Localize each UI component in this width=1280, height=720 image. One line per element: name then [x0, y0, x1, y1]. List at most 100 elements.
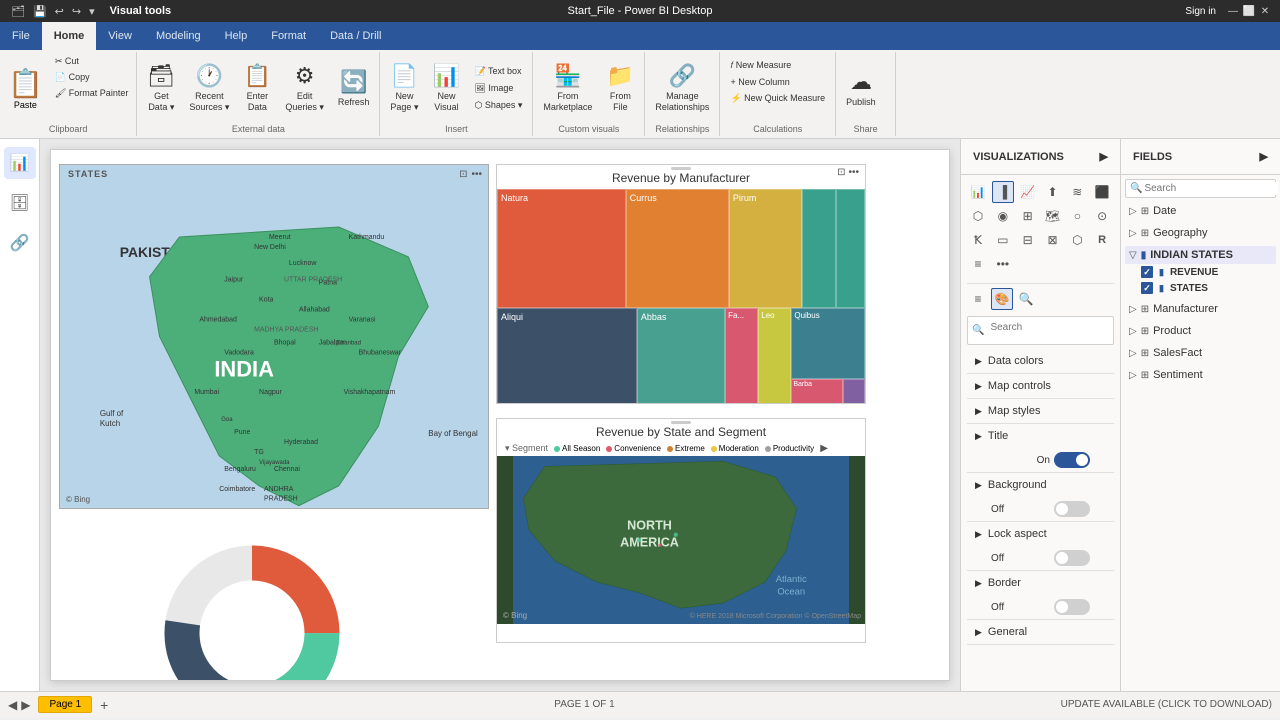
viz-icon-gauge[interactable]: ⊙	[1091, 205, 1113, 227]
viz-icon-table[interactable]: ⊟	[1017, 229, 1039, 251]
treemap-cell-aliqui[interactable]: Aliqui	[497, 308, 637, 404]
cut-button[interactable]: ✂ Cut	[51, 54, 132, 69]
tab-view[interactable]: View	[96, 22, 144, 50]
sidebar-icon-data[interactable]: 🗄	[4, 187, 36, 219]
tab-format[interactable]: Format	[259, 22, 318, 50]
viz-icon-funnel[interactable]: ⬡	[1066, 229, 1088, 251]
viz-format-tab[interactable]: 🎨	[991, 288, 1013, 310]
fields-search-input[interactable]	[1142, 182, 1278, 195]
accordion-header-general[interactable]: ▶ General	[967, 620, 1114, 644]
file-icon[interactable]: 🗂	[8, 4, 28, 19]
lock-aspect-toggle[interactable]	[1054, 550, 1090, 566]
viz-icon-treemap[interactable]: ⊞	[1017, 205, 1039, 227]
from-file-button[interactable]: 📁 FromFile	[600, 54, 640, 122]
legend-filter[interactable]: ▾ Segment	[505, 443, 548, 454]
undo-btn[interactable]: ↩	[52, 4, 67, 19]
image-button[interactable]: 🖼 Image	[470, 81, 526, 96]
field-header-indian-states[interactable]: ▽ ▮ INDIAN STATES	[1125, 246, 1276, 264]
viz-analytics-tab[interactable]: 🔍	[1015, 288, 1037, 310]
viz-icon-matrix[interactable]: ⊠	[1042, 229, 1064, 251]
shapes-button[interactable]: ⬡ Shapes ▾	[470, 98, 526, 113]
tab-home[interactable]: Home	[42, 22, 97, 50]
viz-icon-area[interactable]: ⬆	[1042, 181, 1064, 203]
accordion-header-data-colors[interactable]: ▶ Data colors	[967, 349, 1114, 373]
accordion-header-lock-aspect[interactable]: ▶ Lock aspect	[967, 522, 1114, 546]
new-measure-button[interactable]: 𝑓 New Measure	[726, 58, 795, 73]
sidebar-icon-relationships[interactable]: 🔗	[4, 227, 36, 259]
viz-icon-r[interactable]: R	[1091, 229, 1113, 251]
accordion-header-map-styles[interactable]: ▶ Map styles	[967, 399, 1114, 423]
viz-icon-map[interactable]: 🗺	[1042, 205, 1064, 227]
page-tab-1[interactable]: Page 1	[38, 696, 92, 713]
title-toggle[interactable]	[1054, 452, 1090, 468]
new-page-button[interactable]: 📄 NewPage ▾	[384, 54, 424, 122]
new-column-button[interactable]: + New Column	[726, 75, 793, 89]
treemap-cell-fa[interactable]: Fa...	[725, 308, 758, 404]
add-page-btn[interactable]: +	[100, 697, 108, 713]
field-item-states[interactable]: ✓ ▮ STATES	[1125, 280, 1276, 296]
treemap-cell-pirum[interactable]: Pirum	[729, 189, 803, 308]
from-marketplace-button[interactable]: 🏪 FromMarketplace	[537, 54, 598, 122]
treemap-cell-small[interactable]	[843, 379, 865, 404]
accordion-header-title[interactable]: ▶ Title	[967, 424, 1114, 448]
treemap-cell-currus[interactable]: Currus	[626, 189, 729, 308]
viz-icon-card[interactable]: ▭	[992, 229, 1014, 251]
sign-in-btn[interactable]: Sign in	[1177, 4, 1224, 18]
viz-icon-column[interactable]: ▐	[992, 181, 1014, 203]
treemap-cell-abbas[interactable]: Abbas	[637, 308, 725, 404]
get-data-button[interactable]: 🗃 GetData ▾	[141, 54, 181, 122]
treemap-cell-barba[interactable]: Barba	[791, 379, 843, 404]
tab-file[interactable]: File	[0, 22, 42, 50]
treemap-cell-natura[interactable]: Natura	[497, 189, 626, 308]
close-btn[interactable]: ✕	[1258, 4, 1272, 18]
manage-relationships-button[interactable]: 🔗 ManageRelationships	[649, 54, 715, 122]
format-painter-button[interactable]: 🖌 Format Painter	[51, 86, 132, 101]
treemap-cell-empty1[interactable]	[802, 189, 835, 308]
minimize-btn[interactable]: —	[1226, 4, 1240, 18]
viz-icon-donut[interactable]: ○	[1066, 205, 1088, 227]
field-item-revenue[interactable]: ✓ ▮ REVENUE	[1125, 264, 1276, 280]
new-quick-measure-button[interactable]: ⚡ New Quick Measure	[726, 91, 829, 106]
enter-data-button[interactable]: 📋 EnterData	[237, 54, 277, 122]
field-header-geography[interactable]: ▷ ⊞ Geography	[1125, 224, 1276, 242]
viz-icon-bar[interactable]: 📊	[967, 181, 989, 203]
field-header-date[interactable]: ▷ ⊞ Date	[1125, 202, 1276, 220]
recent-sources-button[interactable]: 🕐 RecentSources ▾	[183, 54, 235, 122]
revenue-manufacturer-visual[interactable]: ⊡ ••• Revenue by Manufacturer Natura Cur…	[496, 164, 866, 404]
background-toggle[interactable]	[1054, 501, 1090, 517]
border-toggle[interactable]	[1054, 599, 1090, 615]
paste-button[interactable]: 📋 Paste	[4, 54, 47, 122]
fields-tab-header[interactable]: FIELDS ▶	[1121, 139, 1280, 174]
viz-icon-morevisuals[interactable]: •••	[992, 253, 1014, 275]
copy-button[interactable]: 📄 Copy	[51, 70, 132, 85]
visualizations-tab[interactable]: VISUALIZATIONS ▶	[961, 139, 1121, 174]
rev-mfr-more-btn[interactable]: •••	[848, 167, 859, 178]
dropdown-btn[interactable]: ▾	[86, 4, 98, 19]
viz-icon-scatter[interactable]: ⬡	[967, 205, 989, 227]
field-header-product[interactable]: ▷ ⊞ Product	[1125, 322, 1276, 340]
page-next-btn[interactable]: ▶	[21, 698, 30, 712]
tab-modeling[interactable]: Modeling	[144, 22, 213, 50]
refresh-button[interactable]: 🔄 Refresh	[332, 54, 376, 122]
viz-icon-pie[interactable]: ◉	[992, 205, 1014, 227]
viz-icon-ribbon[interactable]: ≋	[1066, 181, 1088, 203]
page-prev-btn[interactable]: ◀	[8, 698, 17, 712]
viz-icon-line[interactable]: 📈	[1017, 181, 1039, 203]
donut-chart-visual[interactable]: East ——	[147, 518, 357, 681]
viz-icon-kpi[interactable]: Ꝁ	[967, 229, 989, 251]
publish-button[interactable]: ☁ Publish	[840, 54, 882, 122]
treemap-cell-empty2[interactable]	[836, 189, 865, 308]
viz-search-input[interactable]	[984, 319, 1109, 336]
accordion-header-map-controls[interactable]: ▶ Map controls	[967, 374, 1114, 398]
india-map-visual[interactable]: STATES ⊡ ••• PAKISTAN NEPAL INDIA	[59, 164, 489, 509]
textbox-button[interactable]: 📝 Text box	[470, 64, 526, 79]
viz-fields-tab[interactable]: ≡	[967, 288, 989, 310]
redo-btn[interactable]: ↪	[69, 4, 84, 19]
update-available-text[interactable]: UPDATE AVAILABLE (CLICK TO DOWNLOAD)	[1061, 699, 1272, 710]
sidebar-icon-report[interactable]: 📊	[4, 147, 36, 179]
field-header-salesfact[interactable]: ▷ ⊞ SalesFact	[1125, 344, 1276, 362]
tab-data-drill[interactable]: Data / Drill	[318, 22, 393, 50]
rev-mfr-focus-btn[interactable]: ⊡	[837, 167, 845, 178]
field-header-sentiment[interactable]: ▷ ⊞ Sentiment	[1125, 366, 1276, 384]
viz-icon-slicer[interactable]: ≡	[967, 253, 989, 275]
